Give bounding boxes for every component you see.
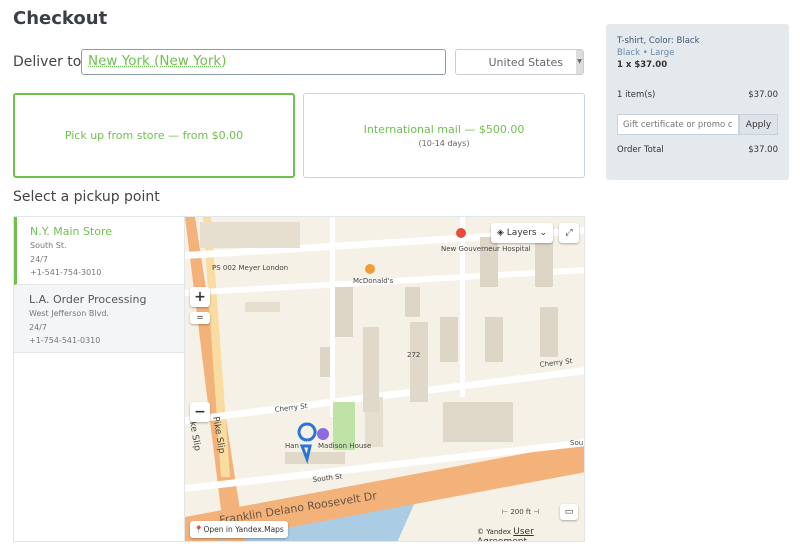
order-total: $37.00 — [748, 145, 778, 155]
point-phone: +1-754-541-0310 — [29, 336, 101, 345]
ruler-button[interactable]: ▭ — [560, 504, 578, 520]
point-name: N.Y. Main Store — [30, 225, 113, 238]
map-label-hospital: New Gouverneur Hospital — [441, 245, 531, 253]
country-value: United States — [488, 56, 564, 69]
map-label-mcdonalds: McDonald's — [353, 277, 394, 285]
page-title: Checkout — [13, 8, 108, 29]
ruler-icon: ▭ — [564, 507, 574, 517]
country-select[interactable]: United States ▼ — [455, 49, 584, 75]
map-attribution: © Yandex User Agreement — [477, 527, 584, 541]
layers-button[interactable]: ◈ Layers ⌄ — [491, 223, 553, 243]
map-label-school: PS 002 Meyer London — [212, 264, 288, 272]
map-label-cherry-st: Cherry St — [539, 357, 573, 369]
map-label-number: 272 — [407, 351, 420, 359]
point-name: L.A. Order Processing — [29, 293, 147, 306]
order-total-label: Order Total — [617, 145, 664, 155]
order-summary: T-shirt, Color: Black Black • Large 1 x … — [606, 24, 789, 180]
point-hours: 24/7 — [29, 322, 47, 332]
point-hours: 24/7 — [30, 254, 48, 264]
item-qty: 1 x $37.00 — [617, 60, 668, 70]
shipping-option-international[interactable]: International mail — $500.00 (10-14 days) — [303, 93, 585, 178]
option-label: International mail — $500.00 — [363, 123, 525, 136]
hotel-icon — [317, 428, 329, 440]
promo-code-input[interactable] — [617, 114, 739, 135]
option-label: Pick up from store — from $0.00 — [64, 129, 244, 142]
city-input[interactable]: New York (New York) — [81, 49, 446, 75]
layers-label: Layers — [506, 228, 537, 238]
apply-button[interactable]: Apply — [739, 114, 778, 135]
expand-icon: ⤢ — [565, 228, 573, 238]
pickup-point-item[interactable]: L.A. Order Processing West Jefferson Blv… — [14, 285, 185, 353]
hospital-icon — [456, 228, 466, 238]
pickup-point-item[interactable]: N.Y. Main Store South St. 24/7 +1-541-75… — [14, 217, 185, 285]
map-scale: ⊢ 200 ft ⊣ — [502, 508, 540, 516]
open-label: Open in Yandex.Maps — [203, 525, 284, 534]
scale-label: 200 ft — [510, 508, 531, 516]
option-note: (10-14 days) — [418, 139, 470, 148]
map-pin-icon: 📍 — [194, 525, 204, 534]
zoom-slider[interactable]: = — [190, 312, 210, 324]
layers-icon: ◈ — [497, 228, 507, 238]
fullscreen-button[interactable]: ⤢ — [559, 223, 579, 243]
map-label-han: Han — [285, 442, 299, 450]
items-label: 1 item(s) — [617, 90, 656, 100]
restaurant-icon — [365, 264, 375, 274]
point-address: West Jefferson Blvd. — [29, 309, 109, 318]
pickup-heading: Select a pickup point — [13, 189, 160, 205]
deliver-to-label: Deliver to — [13, 54, 82, 70]
map[interactable]: PS 002 Meyer London McDonald's New Gouve… — [184, 216, 585, 542]
point-phone: +1-541-754-3010 — [30, 268, 102, 277]
map-label-madison-house: Madison House — [318, 442, 371, 450]
map-label-cherry-st: Cherry St — [274, 402, 308, 414]
items-total: $37.00 — [748, 90, 778, 100]
pickup-point-list: N.Y. Main Store South St. 24/7 +1-541-75… — [13, 216, 185, 542]
zoom-out-button[interactable]: − — [190, 402, 210, 422]
point-address: South St. — [30, 241, 67, 250]
item-variant: Black • Large — [617, 48, 675, 58]
chevron-down-icon: ⌄ — [536, 228, 547, 238]
open-in-yandex-maps-button[interactable]: 📍 Open in Yandex.Maps — [190, 521, 288, 538]
map-label-pike-slip: ke Slip — [187, 421, 202, 452]
dropdown-arrow-icon: ▼ — [576, 50, 583, 74]
copyright: © Yandex — [477, 528, 512, 536]
map-label-south-st: Sou — [570, 439, 583, 447]
shipping-option-pickup[interactable]: Pick up from store — from $0.00 — [13, 93, 295, 178]
zoom-in-button[interactable]: + — [190, 287, 210, 307]
item-name: T-shirt, Color: Black — [617, 36, 700, 46]
